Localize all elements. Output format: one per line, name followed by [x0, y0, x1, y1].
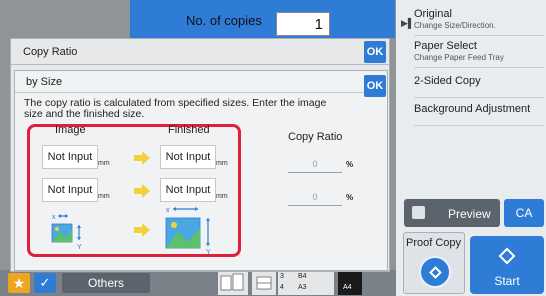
- proof-copy-button[interactable]: Proof Copy: [403, 232, 465, 294]
- svg-text:Y: Y: [206, 249, 211, 254]
- copy-screen: No. of copies 1 ▶▌ Original Change Size/…: [0, 0, 546, 296]
- by-size-ok-button[interactable]: OK: [364, 75, 386, 97]
- arrow-right-icon: [134, 223, 150, 237]
- tray-number: 4: [280, 284, 284, 291]
- two-sided-copy-label: 2-Sided Copy: [414, 75, 481, 87]
- arrow-right-icon: [134, 184, 150, 198]
- proof-copy-label: Proof Copy: [406, 237, 462, 249]
- two-sided-copy-button[interactable]: 2-Sided Copy: [414, 72, 544, 98]
- start-label: Start: [494, 274, 520, 288]
- start-button[interactable]: Start: [470, 236, 544, 294]
- original-sub-label: Change Size/Direction.: [414, 21, 496, 30]
- unit-label: mm: [98, 193, 110, 200]
- image-column-header: Image: [55, 124, 86, 136]
- copy-ratio-field-2: 0: [288, 188, 342, 206]
- tray-paper-size: B4: [298, 273, 307, 280]
- checkmark-icon[interactable]: ✓: [34, 273, 56, 293]
- preview-label: Preview: [448, 207, 491, 221]
- copies-bar: [130, 0, 395, 38]
- selected-paper-size-label: A4: [343, 284, 352, 291]
- finished-column-header: Finished: [168, 124, 210, 136]
- original-label: Original: [414, 8, 452, 20]
- preview-button[interactable]: Preview: [404, 199, 500, 227]
- small-image-icon: x Y: [51, 214, 82, 250]
- description-text: The copy ratio is calculated from specif…: [24, 97, 327, 120]
- finished-size-input-1[interactable]: Not Input: [160, 145, 216, 169]
- paper-select-sub-label: Change Paper Feed Tray: [414, 53, 504, 62]
- divider: [15, 92, 387, 93]
- bottom-bar: [0, 270, 396, 296]
- favorite-star-icon[interactable]: ★: [8, 273, 30, 293]
- copy-ratio-ok-button[interactable]: OK: [364, 41, 386, 63]
- copy-ratio-dialog-header: Copy Ratio: [11, 39, 389, 65]
- background-adjustment-label: Background Adjustment: [414, 103, 531, 115]
- tray-paper-size: A3: [298, 284, 307, 291]
- arrow-right-icon: [134, 151, 150, 165]
- paper-select-label: Paper Select: [414, 40, 477, 52]
- tray-icon: [256, 276, 272, 290]
- svg-text:x: x: [52, 214, 56, 221]
- tray-indicator: [252, 271, 276, 295]
- clear-all-button[interactable]: CA: [504, 199, 544, 227]
- tray-number: 3: [280, 273, 284, 280]
- tray-size-list: 3 4 B4 A3: [278, 271, 334, 295]
- percent-label: %: [346, 160, 354, 169]
- large-image-icon: x Y: [165, 207, 211, 254]
- proof-copy-start-icon: [419, 256, 451, 288]
- selected-paper-size: A4: [338, 271, 362, 295]
- unit-label: mm: [216, 193, 228, 200]
- image-size-input-1[interactable]: Not Input: [42, 145, 98, 169]
- original-button[interactable]: Original Change Size/Direction.: [414, 8, 544, 36]
- others-button[interactable]: Others: [62, 273, 150, 293]
- by-size-title: by Size: [26, 76, 63, 88]
- copies-label: No. of copies: [186, 13, 262, 28]
- unit-label: mm: [98, 160, 110, 167]
- svg-text:x: x: [166, 207, 170, 214]
- copy-ratio-column-header: Copy Ratio: [288, 131, 343, 143]
- finished-size-input-2[interactable]: Not Input: [160, 178, 216, 202]
- preview-icon: [412, 206, 425, 219]
- percent-label: %: [346, 193, 354, 202]
- paper-select-button[interactable]: Paper Select Change Paper Feed Tray: [414, 40, 544, 68]
- paper-stack-icon: [220, 273, 244, 291]
- copy-ratio-field-1: 0: [288, 155, 342, 173]
- unit-label: mm: [216, 160, 228, 167]
- background-adjustment-button[interactable]: Background Adjustment: [414, 100, 544, 126]
- svg-text:Y: Y: [77, 244, 82, 250]
- copy-ratio-title: Copy Ratio: [23, 46, 78, 58]
- diamond-icon: [498, 247, 516, 265]
- diamond-icon: [429, 266, 442, 279]
- tray-indicator: [218, 271, 248, 295]
- image-size-input-2[interactable]: Not Input: [42, 178, 98, 202]
- copies-input[interactable]: 1: [276, 12, 330, 36]
- expand-arrow-icon[interactable]: ▶▌: [401, 18, 414, 29]
